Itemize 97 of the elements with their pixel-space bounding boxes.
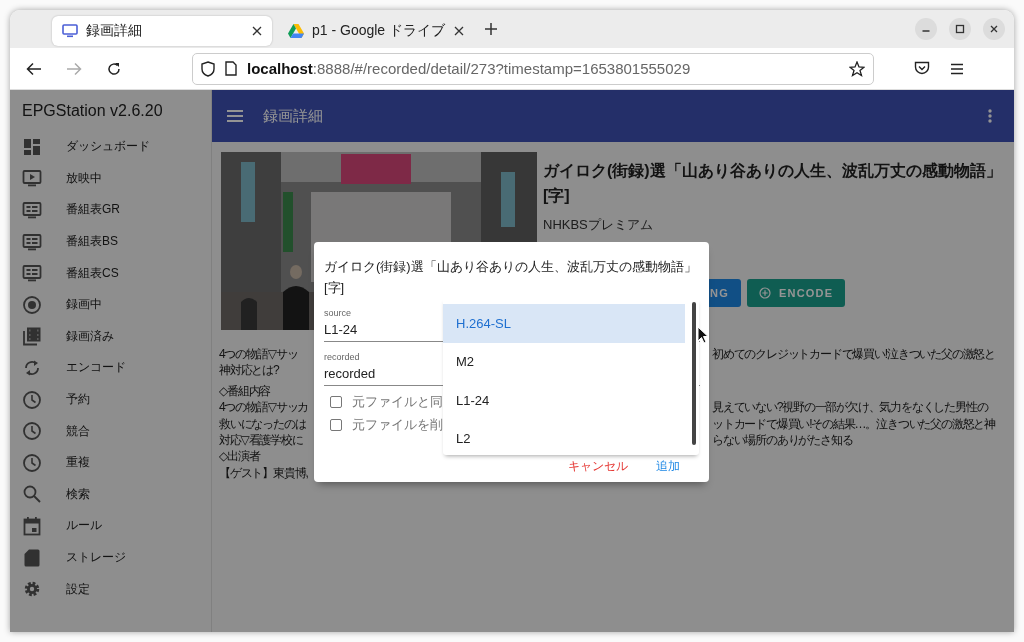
record-icon xyxy=(22,294,42,315)
browser-tab[interactable]: p1 - Google ドライブ xyxy=(278,16,474,46)
pocket-icon[interactable] xyxy=(914,61,930,76)
description-text: 救いになったのは xyxy=(219,415,306,433)
minimize-icon[interactable] xyxy=(915,18,937,40)
checkbox[interactable] xyxy=(330,395,342,408)
nav-label: 番組表GR xyxy=(66,201,120,219)
nav-label: 検索 xyxy=(66,485,90,503)
close-icon[interactable] xyxy=(983,18,1005,40)
nav-item[interactable]: ストレージ xyxy=(10,541,211,574)
description-text: 4つの物語▽サッ xyxy=(219,346,298,363)
tv-guide-icon xyxy=(22,231,42,252)
nav-label: 放映中 xyxy=(66,169,102,187)
nav-item[interactable]: 録画済み xyxy=(10,320,211,353)
description-text: 対応▽看護学校に xyxy=(219,432,303,449)
more-icon[interactable] xyxy=(988,109,992,123)
field-label: recorded xyxy=(324,352,360,362)
nav-label: 重複 xyxy=(66,454,90,472)
close-icon[interactable] xyxy=(454,26,464,36)
channel-name: NHKBSプレミアム xyxy=(543,216,654,234)
dropdown-option[interactable]: L1-24 xyxy=(443,381,685,420)
tv-guide-icon xyxy=(22,263,42,284)
nav-label: 録画中 xyxy=(66,296,102,314)
dropdown-option[interactable]: M2 xyxy=(443,342,685,381)
plus-circle-icon xyxy=(759,287,771,299)
nav-label: 番組表CS xyxy=(66,264,119,282)
close-icon[interactable] xyxy=(252,26,262,36)
drive-icon xyxy=(288,24,304,38)
nav-item[interactable]: 予約 xyxy=(10,383,211,416)
page-title: 録画詳細 xyxy=(263,106,323,126)
description-text: ◇出演者 xyxy=(219,448,260,465)
sd-card-icon xyxy=(22,547,42,568)
checkbox[interactable] xyxy=(330,418,342,431)
back-icon[interactable] xyxy=(26,61,42,76)
clock-icon xyxy=(22,452,42,473)
tv-play-icon xyxy=(22,168,42,189)
nav-item[interactable]: 重複 xyxy=(10,446,211,479)
nav-item[interactable]: 番組表GR xyxy=(10,194,211,226)
field-value: L1-24 xyxy=(324,322,358,337)
reload-icon[interactable] xyxy=(106,60,122,77)
app-title: EPGStation v2.6.20 xyxy=(21,102,164,120)
clock-icon xyxy=(22,389,42,410)
clock-icon xyxy=(22,421,42,442)
nav-item[interactable]: ダッシュボード xyxy=(10,131,211,163)
nav-label: 予約 xyxy=(66,391,90,409)
address-bar[interactable]: localhost:8888/#/recorded/detail/273?timestamp=1653801555029 xyxy=(192,52,874,85)
nav-label: 録画済み xyxy=(66,327,114,345)
nav-label: ダッシュボード xyxy=(66,138,150,156)
tab-title: 録画詳細 xyxy=(86,22,143,40)
description-text: ◇番組内容 xyxy=(219,382,271,400)
nav-item[interactable]: 番組表BS xyxy=(10,225,211,258)
nav-label: 競合 xyxy=(66,422,90,440)
star-icon[interactable] xyxy=(849,60,865,77)
nav-item[interactable]: 設定 xyxy=(10,573,211,605)
nav-label: エンコード xyxy=(66,359,126,377)
menu-icon[interactable] xyxy=(950,62,964,75)
cancel-button[interactable]: キャンセル xyxy=(564,456,632,477)
field-label: source xyxy=(324,308,351,318)
description-text: らない場所のありがたさ知る xyxy=(712,432,853,449)
description-text: 4つの物語▽サッカ xyxy=(219,399,309,416)
tv-guide-icon xyxy=(22,200,42,220)
checkbox-label: 元ファイルを削 xyxy=(352,415,443,434)
film-stack-icon xyxy=(22,326,42,347)
scrollbar[interactable] xyxy=(692,302,696,445)
add-button[interactable]: 追加 xyxy=(652,456,684,477)
nav-item[interactable]: ルール xyxy=(10,510,211,542)
nav-item[interactable]: 放映中 xyxy=(10,162,211,195)
dropdown-option[interactable]: L2 xyxy=(443,419,685,458)
checkbox-label: 元ファイルと同 xyxy=(352,392,443,411)
program-title: ガイロク(街録)選「山あり谷ありの人生、波乱万丈の感動物語」[字] xyxy=(543,161,1003,206)
dashboard-icon xyxy=(22,136,42,157)
nav-item[interactable]: 番組表CS xyxy=(10,257,211,289)
field-value: recorded xyxy=(324,366,376,381)
nav-item[interactable]: エンコード xyxy=(10,352,211,384)
description-text: 【ゲスト】東貴博, xyxy=(219,464,308,482)
shield-icon xyxy=(201,60,215,77)
description-text: 神対応とは? xyxy=(219,362,279,379)
description-text: 初めてのクレジットカードで爆買い!泣きついた父の激怒と xyxy=(712,346,995,363)
nav-item[interactable]: 競合 xyxy=(10,415,211,447)
browser-tab[interactable]: 録画詳細 xyxy=(52,16,272,46)
nav-item[interactable]: 録画中 xyxy=(10,288,211,321)
nav-label: ルール xyxy=(66,517,102,535)
tab-title: p1 - Google ドライブ xyxy=(312,22,446,40)
calendar-icon xyxy=(22,515,42,536)
description-text: 見えていない?視野の一部が欠け、気力をなくした男性の xyxy=(712,399,988,416)
nav-item[interactable]: 検索 xyxy=(10,478,211,511)
nav-label: 番組表BS xyxy=(66,233,118,251)
plus-icon[interactable] xyxy=(484,22,498,36)
description-text: ットカードで爆買い!その結果…。泣きついた父の激怒と神 xyxy=(712,415,995,433)
maximize-icon[interactable] xyxy=(949,18,971,40)
dropdown-option[interactable]: H.264-SL xyxy=(443,304,685,343)
monitor-icon xyxy=(62,24,78,38)
url-text: localhost:8888/#/recorded/detail/273?timestamp=1653801555029 xyxy=(247,60,692,77)
page-icon xyxy=(225,61,237,76)
search-icon xyxy=(22,484,42,505)
nav-label: ストレージ xyxy=(66,549,126,566)
nav-label: 設定 xyxy=(66,580,90,598)
